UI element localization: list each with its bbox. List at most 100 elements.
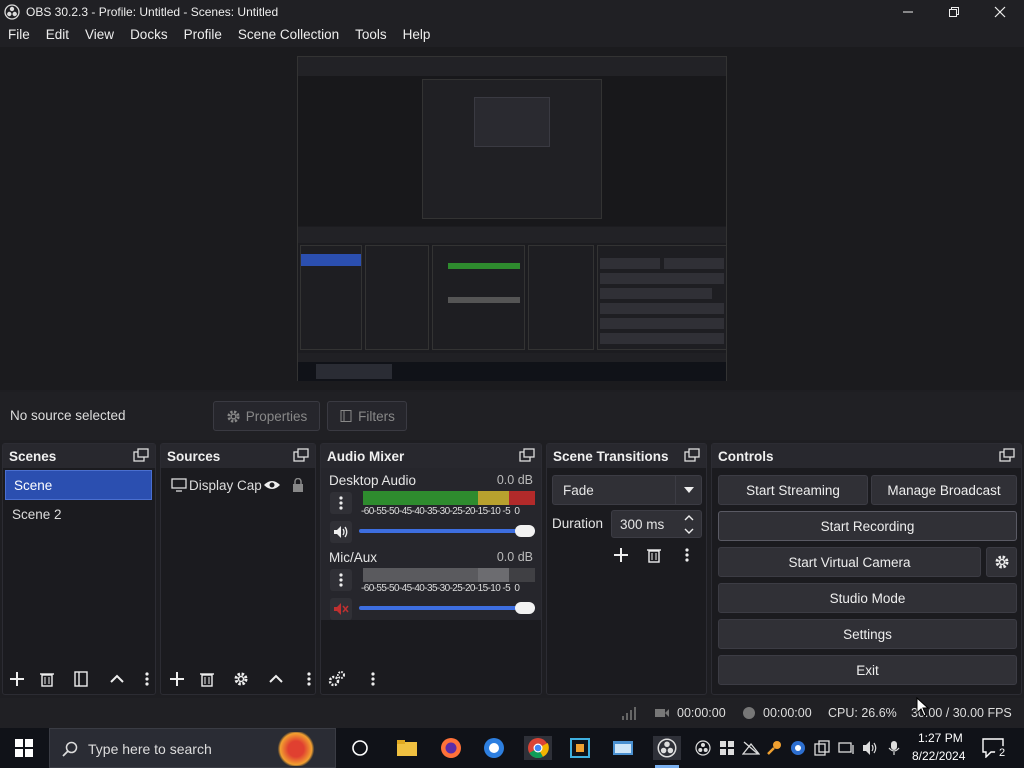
duration-spinbox[interactable]: 300 ms	[611, 510, 702, 538]
start-recording-button[interactable]: Start Recording	[718, 511, 1017, 541]
volume-slider[interactable]	[359, 606, 535, 610]
mute-button[interactable]	[330, 598, 352, 620]
chrome-button[interactable]	[524, 736, 552, 760]
trash-icon	[40, 673, 54, 687]
move-source-up-button[interactable]	[266, 669, 286, 689]
scenes-more-button[interactable]	[142, 669, 152, 689]
exit-button[interactable]: Exit	[718, 655, 1017, 685]
task-view-button[interactable]	[348, 736, 372, 760]
app-button[interactable]	[568, 736, 592, 760]
filters-button[interactable]: Filters	[327, 401, 407, 431]
controls-dock: Controls Start Streaming Manage Broadcas…	[711, 443, 1022, 695]
channel-menu-button[interactable]	[330, 492, 352, 514]
eye-icon[interactable]	[263, 479, 281, 491]
undock-icon[interactable]	[293, 448, 309, 463]
manage-broadcast-button[interactable]: Manage Broadcast	[871, 475, 1017, 505]
meter-ticks: -60-55-50-45-40-35-30-25-20-15-10 -5 0	[361, 506, 520, 517]
scene-item[interactable]: Scene 2	[4, 500, 155, 530]
volume-meter	[363, 491, 535, 505]
undock-icon[interactable]	[519, 448, 535, 463]
filter-icon	[340, 410, 352, 422]
taskbar-search-box[interactable]: Type here to search	[49, 728, 336, 768]
monitor-icon	[171, 478, 187, 492]
firefox-button[interactable]	[439, 736, 463, 760]
notifications-button[interactable]: 2	[980, 737, 1010, 761]
start-button[interactable]	[12, 736, 36, 760]
key-icon[interactable]	[766, 740, 782, 756]
volume-slider[interactable]	[359, 529, 535, 533]
menu-file[interactable]: File	[0, 23, 38, 47]
microphone-icon[interactable]	[888, 740, 900, 756]
undock-icon[interactable]	[684, 448, 700, 463]
menu-tools[interactable]: Tools	[347, 23, 395, 47]
undock-icon[interactable]	[999, 448, 1015, 463]
clock-time[interactable]: 1:27 PM	[918, 731, 963, 745]
obs-taskbar-button[interactable]	[653, 736, 681, 760]
volume-slider-handle[interactable]	[515, 602, 535, 614]
app-button[interactable]	[611, 736, 635, 760]
obs-tray-icon[interactable]	[695, 740, 711, 756]
scene-item[interactable]: Scene	[5, 470, 152, 500]
mute-button[interactable]	[330, 521, 352, 543]
ethernet-icon[interactable]	[838, 740, 854, 756]
source-item[interactable]: Display Cap	[161, 472, 311, 498]
maximize-button[interactable]	[931, 0, 977, 23]
remove-scene-button[interactable]	[37, 669, 57, 689]
start-virtual-camera-button[interactable]: Start Virtual Camera	[718, 547, 981, 577]
transition-more-button[interactable]	[677, 545, 697, 565]
windows-taskbar: Type here to search 1:27 PM 8/22/2024 2	[0, 728, 1024, 768]
network-disconnected-icon[interactable]	[742, 740, 760, 756]
duration-label: Duration	[552, 516, 604, 531]
audio-mixer-more-button[interactable]	[363, 669, 383, 689]
virtual-camera-settings-button[interactable]	[986, 547, 1017, 577]
source-toolbar: No source selected Properties Filters	[0, 392, 1024, 440]
transition-select[interactable]: Fade	[552, 475, 702, 505]
vpn-icon[interactable]	[790, 740, 806, 756]
status-bar: 00:00:00 00:00:00 CPU: 26.6% 30.00 / 30.…	[0, 698, 1024, 728]
undock-icon[interactable]	[133, 448, 149, 463]
add-transition-button[interactable]	[611, 545, 631, 565]
menu-help[interactable]: Help	[395, 23, 439, 47]
stream-timer: 00:00:00	[677, 706, 726, 720]
trash-icon	[200, 673, 214, 687]
add-source-button[interactable]	[167, 669, 187, 689]
settings-button[interactable]: Settings	[718, 619, 1017, 649]
menu-scene-collection[interactable]: Scene Collection	[230, 23, 347, 47]
advanced-audio-button[interactable]	[327, 669, 347, 689]
menu-profile[interactable]: Profile	[176, 23, 230, 47]
move-scene-up-button[interactable]	[107, 669, 127, 689]
clock-date[interactable]: 8/22/2024	[912, 749, 965, 763]
volume-slider-handle[interactable]	[515, 525, 535, 537]
copy-icon[interactable]	[814, 740, 830, 756]
add-scene-button[interactable]	[7, 669, 27, 689]
studio-mode-button[interactable]: Studio Mode	[718, 583, 1017, 613]
close-button[interactable]	[977, 0, 1023, 23]
more-vertical-icon	[371, 672, 375, 686]
menu-edit[interactable]: Edit	[38, 23, 77, 47]
flag-icon[interactable]	[719, 740, 735, 756]
more-vertical-icon	[145, 672, 149, 686]
remove-transition-button[interactable]	[644, 545, 664, 565]
menu-view[interactable]: View	[77, 23, 122, 47]
minimize-button[interactable]	[885, 0, 931, 23]
volume-icon[interactable]	[862, 740, 878, 756]
chevron-up-icon[interactable]	[684, 515, 694, 521]
file-explorer-button[interactable]	[395, 736, 419, 760]
start-streaming-button[interactable]: Start Streaming	[718, 475, 868, 505]
scenes-dock-header: Scenes	[3, 444, 155, 468]
browser-button[interactable]	[482, 736, 506, 760]
sources-more-button[interactable]	[304, 669, 314, 689]
channel-menu-button[interactable]	[330, 569, 352, 591]
scene-filters-button[interactable]	[71, 669, 91, 689]
menu-docks[interactable]: Docks	[122, 23, 176, 47]
muted-speaker-icon	[334, 603, 349, 615]
channel-name: Mic/Aux	[329, 550, 378, 565]
scene-transitions-header: Scene Transitions	[547, 444, 706, 468]
plus-icon	[10, 672, 24, 686]
remove-source-button[interactable]	[197, 669, 217, 689]
preview-canvas[interactable]	[0, 47, 1024, 390]
properties-button[interactable]: Properties	[213, 401, 320, 431]
unlock-icon[interactable]	[292, 478, 304, 492]
source-properties-button[interactable]	[231, 669, 251, 689]
chevron-down-icon[interactable]	[684, 528, 694, 534]
